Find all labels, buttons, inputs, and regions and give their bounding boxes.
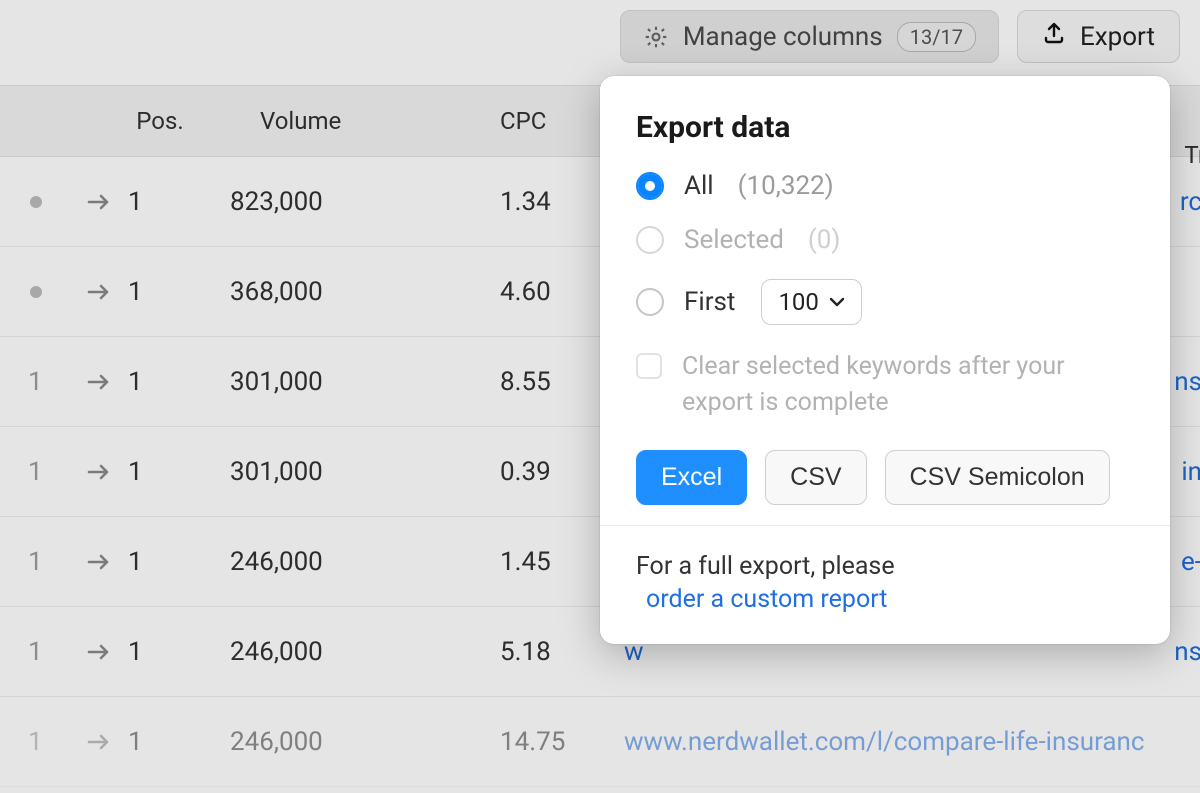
export-option-selected-count: (0): [808, 225, 841, 255]
row-right-fragment: in: [1181, 457, 1200, 487]
first-count-select[interactable]: 100: [761, 279, 861, 325]
radio-checked-icon: [636, 172, 664, 200]
arrow-right-icon: [86, 552, 112, 572]
row-index: 1: [28, 457, 80, 487]
arrow-right-icon: [86, 282, 112, 302]
col-volume[interactable]: Volume: [210, 107, 450, 135]
position-value: 1: [128, 637, 143, 667]
export-option-first[interactable]: First 100: [636, 279, 1134, 325]
export-option-first-label: First: [684, 287, 735, 317]
first-count-value: 100: [778, 288, 818, 316]
export-format-row: Excel CSV CSV Semicolon: [636, 450, 1134, 505]
volume-value: 246,000: [210, 727, 450, 757]
cpc-value: 1.34: [450, 187, 620, 217]
upload-icon: [1042, 21, 1066, 52]
col-pos[interactable]: Pos.: [80, 107, 210, 135]
position-value: 1: [128, 277, 143, 307]
status-dot-icon: [30, 286, 42, 298]
manage-columns-button[interactable]: Manage columns 13/17: [620, 10, 999, 63]
cpc-value: 0.39: [450, 457, 620, 487]
url-link[interactable]: www.nerdwallet.com/l/compare-life-insura…: [620, 727, 1200, 757]
col-cpc[interactable]: CPC: [450, 107, 620, 135]
radio-unchecked-icon: [636, 226, 664, 254]
export-popover: Export data All (10,322) Selected (0) Fi…: [600, 76, 1170, 644]
export-button-label: Export: [1080, 22, 1155, 52]
radio-unchecked-icon: [636, 288, 664, 316]
position-value: 1: [128, 547, 143, 577]
export-option-all-count: (10,322): [738, 171, 834, 201]
arrow-right-icon: [86, 642, 112, 662]
volume-value: 301,000: [210, 367, 450, 397]
export-option-selected-label: Selected: [684, 225, 784, 255]
row-right-fragment: e-: [1181, 547, 1200, 577]
checkbox-unchecked-icon[interactable]: [636, 353, 662, 379]
row-index: 1: [28, 637, 80, 667]
cpc-value: 4.60: [450, 277, 620, 307]
position-value: 1: [128, 457, 143, 487]
gear-icon: [643, 24, 669, 50]
row-right-fragment: rc: [1180, 187, 1200, 217]
row-index: 1: [28, 727, 80, 757]
volume-value: 246,000: [210, 547, 450, 577]
export-popover-footer: For a full export, please order a custom…: [600, 525, 1170, 644]
footer-text: For a full export, please: [636, 552, 895, 581]
export-format-excel[interactable]: Excel: [636, 450, 747, 505]
volume-value: 301,000: [210, 457, 450, 487]
export-option-all-label: All: [684, 171, 714, 201]
cpc-value: 5.18: [450, 637, 620, 667]
row-index: 1: [28, 367, 80, 397]
table-row[interactable]: 1 1 246,00014.75www.nerdwallet.com/l/compa…: [0, 697, 1200, 787]
volume-value: 368,000: [210, 277, 450, 307]
row-right-fragment: ns: [1174, 367, 1200, 397]
export-option-selected: Selected (0): [636, 225, 1134, 255]
volume-value: 823,000: [210, 187, 450, 217]
volume-value: 246,000: [210, 637, 450, 667]
position-value: 1: [128, 187, 143, 217]
position-value: 1: [128, 727, 143, 757]
position-value: 1: [128, 367, 143, 397]
arrow-right-icon: [86, 462, 112, 482]
clear-selected-checkbox-row: Clear selected keywords after your expor…: [636, 349, 1134, 422]
cpc-value: 14.75: [450, 727, 620, 757]
export-popover-title: Export data: [636, 110, 1134, 145]
order-custom-report-link[interactable]: order a custom report: [636, 585, 1134, 614]
columns-count-badge: 13/17: [897, 22, 976, 52]
cpc-value: 1.45: [450, 547, 620, 577]
row-index: 1: [28, 547, 80, 577]
row-right-fragment: ns: [1174, 637, 1200, 667]
toolbar: Manage columns 13/17 Export: [620, 10, 1180, 63]
export-format-csv[interactable]: CSV: [765, 450, 866, 505]
arrow-right-icon: [86, 192, 112, 212]
export-button[interactable]: Export: [1017, 10, 1180, 63]
arrow-right-icon: [86, 732, 112, 752]
cpc-value: 8.55: [450, 367, 620, 397]
chevron-down-icon: [829, 296, 845, 308]
status-dot-icon: [30, 196, 42, 208]
manage-columns-label: Manage columns: [683, 22, 883, 52]
export-format-csv-semicolon[interactable]: CSV Semicolon: [885, 450, 1110, 505]
clear-selected-label: Clear selected keywords after your expor…: [682, 349, 1134, 422]
arrow-right-icon: [86, 372, 112, 392]
export-option-all[interactable]: All (10,322): [636, 171, 1134, 201]
